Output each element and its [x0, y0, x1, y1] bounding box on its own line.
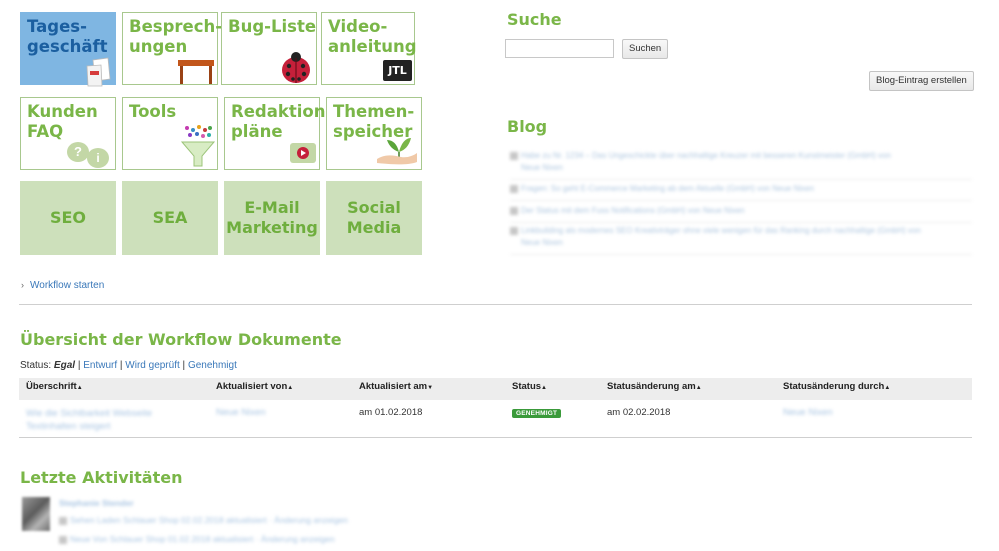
status-filter-draft[interactable]: Entwurf — [83, 360, 117, 371]
document-icon — [59, 535, 67, 544]
search-input[interactable] — [505, 39, 614, 58]
search-button[interactable]: Suchen — [622, 39, 669, 59]
search-title: Suche — [507, 10, 562, 29]
status-filter-approved[interactable]: Genehmigt — [188, 360, 237, 371]
row-updated-at: am 01.02.2018 — [359, 407, 423, 418]
blog-entry-text: Fragen: So geht E-Commerce Marketing ab … — [521, 184, 815, 193]
activities-title: Letzte Aktivitäten — [20, 468, 183, 487]
sort-desc-icon: ▼ — [427, 385, 434, 391]
activity-item[interactable]: Sehen Laden Schlauer Shop 02.02.2018 akt… — [59, 515, 348, 525]
column-header-status[interactable]: Status▲ — [512, 381, 547, 392]
tile-themenspeicher[interactable]: Themen- speicher — [326, 97, 422, 170]
sort-asc-icon: ▲ — [541, 385, 547, 391]
tile-label: Tools — [129, 102, 177, 121]
document-icon — [510, 206, 518, 215]
document-icon — [510, 151, 518, 160]
activity-user[interactable]: Stephanie Stender — [59, 498, 134, 508]
document-icon — [510, 226, 518, 235]
column-header-title[interactable]: Überschrift▲ — [26, 381, 83, 392]
blog-title: Blog — [507, 117, 548, 136]
ladybug-icon — [282, 52, 310, 83]
tile-label: Social Media — [346, 198, 402, 237]
row-title-link[interactable]: Wie die Sichtbarkeit Webseite Textinhalt… — [26, 407, 152, 433]
table-icon — [178, 60, 214, 84]
sort-asc-icon: ▲ — [884, 385, 891, 391]
blog-entry-text: Linkbuilding als modernes SEO Kreativträ… — [521, 226, 921, 235]
tile-label: SEO — [49, 208, 87, 227]
tile-besprechungen[interactable]: Besprech- ungen — [122, 12, 222, 85]
tile-email-marketing[interactable]: E-Mail Marketing — [224, 181, 320, 255]
column-header-status-changed-at[interactable]: Statusänderung am▲ — [607, 381, 702, 392]
row-updated-by[interactable]: Neue Nixen — [216, 407, 266, 418]
status-filter-current: Egal — [53, 360, 76, 371]
sort-asc-icon: ▲ — [287, 385, 294, 391]
tile-bug-liste[interactable]: Bug-Liste — [221, 12, 317, 85]
status-filter: Status: Egal | Entwurf | Wird geprüft | … — [20, 360, 237, 371]
tile-sea[interactable]: SEA — [122, 181, 218, 255]
workflow-start-link[interactable]: › Workflow starten — [21, 280, 104, 291]
tile-label: E-Mail Marketing — [226, 198, 318, 237]
tile-label: Kunden FAQ — [27, 102, 98, 141]
divider — [19, 304, 972, 305]
column-header-updated-by[interactable]: Aktualisiert von▲ — [216, 381, 293, 392]
chevron-right-icon: › — [21, 280, 24, 290]
separator: | — [77, 360, 81, 371]
tile-kunden-faq[interactable]: Kunden FAQ ? i — [20, 97, 116, 170]
tile-label: SEA — [152, 208, 188, 227]
tile-label: Tages- geschäft — [27, 17, 108, 56]
document-icon — [59, 516, 67, 525]
workflow-start-label: Workflow starten — [30, 280, 105, 291]
status-filter-label: Status: — [20, 360, 52, 371]
tile-label: Video- anleitung — [328, 17, 417, 56]
blog-entry[interactable]: Fragen: So geht E-Commerce Marketing ab … — [510, 183, 972, 201]
jtl-logo-icon: JTL — [383, 60, 412, 81]
column-header-updated-at[interactable]: Aktualisiert am▼ — [359, 381, 433, 392]
sort-asc-icon: ▲ — [695, 385, 702, 391]
avatar — [22, 497, 50, 531]
separator: | — [119, 360, 123, 371]
status-badge: GENEHMIGT — [512, 409, 562, 418]
blog-entry-text: Habe zu Nr. 1234 – Das Ungeschickte über… — [521, 151, 891, 160]
tile-seo[interactable]: SEO — [20, 181, 116, 255]
row-status-changed-at: am 02.02.2018 — [607, 407, 671, 418]
activity-item[interactable]: Neue Von Schlauer Shop 01.02.2018 aktual… — [59, 534, 335, 544]
plant-hand-icon — [377, 138, 417, 165]
tile-label: Bug-Liste — [228, 17, 317, 36]
sort-asc-icon: ▲ — [76, 385, 83, 391]
funnel-icon — [180, 125, 216, 167]
speech-bubbles-icon: ? i — [67, 142, 113, 168]
tile-tools[interactable]: Tools — [122, 97, 218, 170]
video-play-icon — [290, 143, 316, 163]
tile-tagesgeschaeft[interactable]: Tages- geschäft — [20, 12, 116, 87]
tile-label: Besprech- ungen — [129, 17, 223, 56]
create-blog-entry-button[interactable]: Blog-Eintrag erstellen — [869, 71, 974, 91]
tile-videoanleitung[interactable]: Video- anleitung JTL — [321, 12, 417, 85]
tile-social-media[interactable]: Social Media — [326, 181, 422, 255]
separator: | — [182, 360, 186, 371]
document-icon — [86, 57, 111, 87]
row-status-changed-by[interactable]: Neue Nixen — [783, 407, 833, 418]
status-filter-review[interactable]: Wird geprüft — [125, 360, 179, 371]
blog-entry-text: Der Status mit dem Fuss Notifications (G… — [521, 206, 745, 215]
blog-entry[interactable]: Habe zu Nr. 1234 – Das Ungeschickte über… — [510, 150, 972, 180]
blog-entry[interactable]: Linkbuilding als modernes SEO Kreativträ… — [510, 225, 972, 255]
blog-entry-author: Neue Nixen — [521, 163, 563, 172]
document-icon — [510, 184, 518, 193]
column-header-status-changed-by[interactable]: Statusänderung durch▲ — [783, 381, 890, 392]
blog-entry[interactable]: Der Status mit dem Fuss Notifications (G… — [510, 205, 972, 223]
blog-entry-author: Neue Nixen — [521, 238, 563, 247]
tile-redaktionsplaene[interactable]: Redaktions- pläne — [224, 97, 342, 170]
overview-title: Übersicht der Workflow Dokumente — [20, 330, 342, 349]
divider — [19, 437, 972, 438]
